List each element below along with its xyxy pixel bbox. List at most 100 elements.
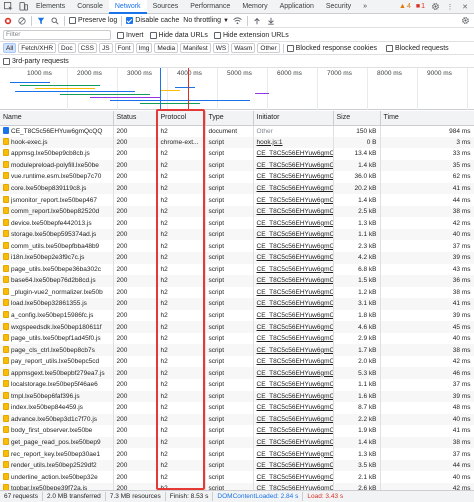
record-stop-icon[interactable] <box>3 16 13 26</box>
request-initiator[interactable]: CE_T8C5c56EHYuw6gmC <box>253 159 334 172</box>
request-name[interactable]: comm_report.lxe50bep82520d <box>0 205 114 218</box>
initiator-link[interactable]: CE_T8C5c56EHYuw6gmC <box>257 254 333 261</box>
initiator-link[interactable]: CE_T8C5c56EHYuw6gmC <box>257 324 333 331</box>
request-initiator[interactable]: CE_T8C5c56EHYuw6gmC <box>253 286 334 299</box>
request-initiator[interactable]: CE_T8C5c56EHYuw6gmC <box>253 205 334 218</box>
request-initiator[interactable]: CE_T8C5c56EHYuw6gmC <box>253 252 334 264</box>
initiator-link[interactable]: CE_T8C5c56EHYuw6gmC <box>257 243 333 250</box>
table-row[interactable]: pay_report_utils.lxe50bepc5cd 200 h2 script… <box>0 355 474 368</box>
table-row[interactable]: vue.runtime.esm.lxe50bep7c70 200 h2 script C… <box>0 171 474 183</box>
device-toolbar-icon[interactable] <box>18 2 28 12</box>
table-row[interactable]: appmsgext.lxe50bepbf279ea7.js 200 h2 script… <box>0 367 474 380</box>
tab-security[interactable]: Security <box>320 0 357 14</box>
type-filter-doc[interactable]: Doc <box>58 43 76 53</box>
table-row[interactable]: comm_utils.lxe50bepfbba48b9 200 h2 script CE… <box>0 240 474 253</box>
table-row[interactable]: load.lxe50bep32861355.js 200 h2 script CE_T8… <box>0 298 474 310</box>
tab-performance[interactable]: Performance <box>184 0 236 14</box>
initiator-link[interactable]: CE_T8C5c56EHYuw6gmC <box>257 312 333 319</box>
table-row[interactable]: CE_T8C5c56EHYuw6gmQcQQ 200 h2 document Other… <box>0 125 474 137</box>
table-row[interactable]: render_utils.lxe50bep2529df2 200 h2 script C… <box>0 459 474 472</box>
request-initiator[interactable]: CE_T8C5c56EHYuw6gmC <box>253 379 334 391</box>
request-name[interactable]: a_config.lxe50bep15986fc.js <box>0 309 114 322</box>
request-initiator[interactable]: Other <box>253 125 334 137</box>
request-initiator[interactable]: CE_T8C5c56EHYuw6gmC <box>253 436 334 449</box>
initiator-link[interactable]: CE_T8C5c56EHYuw6gmC <box>257 300 333 307</box>
tab-application[interactable]: Application <box>274 0 320 14</box>
throttling-select[interactable]: No throttling ▼ <box>183 17 229 24</box>
checkbox-box[interactable] <box>149 31 157 39</box>
request-initiator[interactable]: hook.js:1 <box>253 136 334 149</box>
request-initiator[interactable]: CE_T8C5c56EHYuw6gmC <box>253 240 334 253</box>
export-har-icon[interactable] <box>266 16 276 26</box>
initiator-link[interactable]: CE_T8C5c56EHYuw6gmC <box>257 277 333 284</box>
request-initiator[interactable]: CE_T8C5c56EHYuw6gmC <box>253 298 334 310</box>
table-row[interactable]: comm_report.lxe50bep82520d 200 h2 script CE_… <box>0 205 474 218</box>
request-name[interactable]: CE_T8C5c56EHYuw6gmQcQQ <box>0 125 114 137</box>
table-row[interactable]: index.lxe50bep84e459.js 200 h2 script CE_T8C… <box>0 402 474 414</box>
request-name[interactable]: index.lxe50bep84e459.js <box>0 402 114 414</box>
request-name[interactable]: _plugin-vue2_normalizer.lxe50b <box>0 286 114 299</box>
initiator-link[interactable]: CE_T8C5c56EHYuw6gmC <box>257 220 333 227</box>
request-name[interactable]: page_cls_ctrl.lxe50bep8cb7s <box>0 344 114 356</box>
type-filter-media[interactable]: Media <box>154 43 179 53</box>
type-filter-font[interactable]: Font <box>114 43 134 53</box>
request-name[interactable]: modulepreload-polyfill.lxe50be <box>0 159 114 172</box>
type-filter-ws[interactable]: WS <box>212 43 230 53</box>
request-name[interactable]: comm_utils.lxe50bepfbba48b9 <box>0 240 114 253</box>
column-header-protocol[interactable]: Protocol <box>157 111 206 126</box>
type-filter-img[interactable]: Img <box>135 43 153 53</box>
warnings-badge[interactable]: ▲ 4 <box>399 3 411 10</box>
request-initiator[interactable]: CE_T8C5c56EHYuw6gmC <box>253 263 334 276</box>
checkbox-box[interactable] <box>286 44 294 52</box>
table-row[interactable]: page_utils.lxe50bepf1ad45f0.js 200 h2 scrip… <box>0 332 474 345</box>
hide-data-urls-checkbox[interactable]: Hide data URLs <box>149 31 208 39</box>
table-row[interactable]: advance.lxe50bep3d1c7f70.js 200 h2 script CE… <box>0 413 474 426</box>
table-row[interactable]: get_page_read_pos.lxe50bep9 200 h2 script CE… <box>0 436 474 449</box>
checkbox-box[interactable] <box>69 17 76 24</box>
table-row[interactable]: rec_report_key.lxe50bep30ae1 200 h2 script C… <box>0 448 474 460</box>
initiator-link[interactable]: CE_T8C5c56EHYuw6gmC <box>257 451 333 458</box>
request-initiator[interactable]: CE_T8C5c56EHYuw6gmC <box>253 228 334 241</box>
request-name[interactable]: page_utils.lxe50bepe36ba302c <box>0 263 114 276</box>
tab-sources[interactable]: Sources <box>147 0 185 14</box>
request-name[interactable]: device.lxe50bepfe442013.js <box>0 217 114 229</box>
column-header-size[interactable]: Size <box>333 111 381 126</box>
request-initiator[interactable]: CE_T8C5c56EHYuw6gmC <box>253 171 334 183</box>
column-header-initiator[interactable]: Initiator <box>253 111 334 126</box>
initiator-link[interactable]: CE_T8C5c56EHYuw6gmC <box>257 404 333 411</box>
table-row[interactable]: device.lxe50bepfe442013.js 200 h2 script CE_… <box>0 217 474 229</box>
initiator-link[interactable]: CE_T8C5c56EHYuw6gmC <box>257 427 333 434</box>
request-initiator[interactable]: CE_T8C5c56EHYuw6gmC <box>253 367 334 380</box>
request-initiator[interactable]: CE_T8C5c56EHYuw6gmC <box>253 182 334 195</box>
checkbox-box[interactable] <box>213 31 221 39</box>
tab-elements[interactable]: Elements <box>30 0 71 14</box>
network-settings-gear-icon[interactable] <box>460 16 470 26</box>
table-row[interactable]: _plugin-vue2_normalizer.lxe50b 200 h2 scrip… <box>0 286 474 299</box>
blocked-requests-checkbox[interactable]: Blocked requests <box>385 44 449 52</box>
table-row[interactable]: localstorage.lxe50bep5f46ae6 200 h2 script C… <box>0 379 474 391</box>
filter-icon[interactable] <box>36 16 46 26</box>
initiator-link[interactable]: CE_T8C5c56EHYuw6gmC <box>257 173 333 180</box>
initiator-link[interactable]: CE_T8C5c56EHYuw6gmC <box>257 185 333 192</box>
type-filter-other[interactable]: Other <box>257 43 280 53</box>
tab-console[interactable]: Console <box>71 0 109 14</box>
initiator-link[interactable]: CE_T8C5c56EHYuw6gmC <box>257 335 333 342</box>
request-name[interactable]: hook-exec.js <box>0 136 114 149</box>
initiator-link[interactable]: CE_T8C5c56EHYuw6gmC <box>257 439 333 446</box>
request-initiator[interactable]: CE_T8C5c56EHYuw6gmC <box>253 275 334 287</box>
request-name[interactable]: pay_report_utils.lxe50bepc5cd <box>0 355 114 368</box>
request-initiator[interactable]: CE_T8C5c56EHYuw6gmC <box>253 148 334 160</box>
disable-cache-checkbox[interactable]: Disable cache <box>126 17 179 24</box>
request-name[interactable]: jsmonitor_report.lxe50bep467 <box>0 194 114 206</box>
table-row[interactable]: body_first_observer.lxe50be 200 h2 script CE… <box>0 425 474 437</box>
timeline-overview[interactable]: 1000 ms 2000 ms 3000 ms 4000 ms 5000 ms 6000 … <box>0 68 474 110</box>
table-row[interactable]: page_cls_ctrl.lxe50bep8cb7s 200 h2 script CE… <box>0 344 474 356</box>
request-name[interactable]: core.lxe50bep839119c8.js <box>0 182 114 195</box>
third-party-requests-checkbox[interactable]: 3rd-party requests <box>3 57 69 65</box>
type-filter-js[interactable]: JS <box>98 43 113 53</box>
inspect-element-icon[interactable] <box>3 2 13 12</box>
initiator-link[interactable]: CE_T8C5c56EHYuw6gmC <box>257 231 333 238</box>
table-row[interactable]: storage.lxe50bep595374ad.js 200 h2 script CE… <box>0 228 474 241</box>
preserve-log-checkbox[interactable]: Preserve log <box>69 17 117 24</box>
initiator-link[interactable]: CE_T8C5c56EHYuw6gmC <box>257 474 333 481</box>
